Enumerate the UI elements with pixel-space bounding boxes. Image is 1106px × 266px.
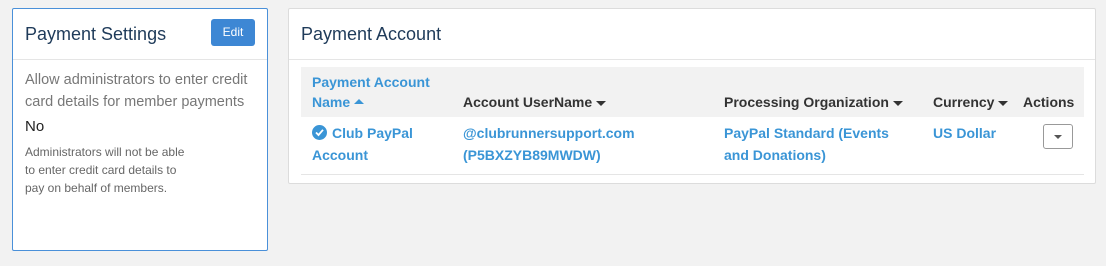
chevron-down-icon <box>1054 134 1062 139</box>
column-header-name[interactable]: Payment Account Name <box>312 72 442 112</box>
sort-caret-icon <box>596 100 607 106</box>
column-header-actions: Actions <box>1023 92 1074 112</box>
table-row: Club PayPal Account @clubrunnersupport.c… <box>301 117 1084 175</box>
payment-account-header: Payment Account <box>289 9 1095 60</box>
account-name-link[interactable]: Club PayPal Account <box>312 122 442 166</box>
payment-account-table: Payment Account Name Account UserName Pr… <box>301 67 1084 175</box>
setting-value: No <box>25 118 45 135</box>
payment-settings-panel: Payment Settings Edit Allow administrato… <box>12 8 268 251</box>
account-name-text: Club PayPal Account <box>312 125 413 163</box>
column-header-username[interactable]: Account UserName <box>463 92 607 112</box>
setting-note: Administrators will not be able to enter… <box>25 145 185 195</box>
sort-caret-icon <box>998 100 1009 106</box>
column-header-actions-label: Actions <box>1023 94 1075 110</box>
payment-account-panel: Payment Account Payment Account Name Acc… <box>288 8 1096 184</box>
payment-settings-body: Allow administrators to enter credit car… <box>13 60 267 206</box>
column-header-processing-org[interactable]: Processing Organization <box>724 92 903 112</box>
row-actions-dropdown[interactable] <box>1043 124 1073 149</box>
column-header-currency-label: Currency <box>933 94 995 110</box>
check-circle-icon <box>312 125 327 140</box>
currency[interactable]: US Dollar <box>933 122 996 144</box>
column-header-currency[interactable]: Currency <box>933 92 1009 112</box>
payment-settings-header: Payment Settings Edit <box>13 9 267 60</box>
sort-caret-icon <box>892 100 903 106</box>
processing-organization[interactable]: PayPal Standard (Events and Donations) <box>724 122 914 166</box>
account-username[interactable]: @clubrunnersupport.com (P5BXZYB89MWDW) <box>463 122 663 166</box>
edit-button[interactable]: Edit <box>211 18 255 46</box>
column-header-username-label: Account UserName <box>463 94 593 110</box>
column-header-processing-org-label: Processing Organization <box>724 94 889 110</box>
payment-account-title: Payment Account <box>301 23 442 44</box>
sort-asc-icon <box>354 99 365 105</box>
payment-settings-title: Payment Settings <box>25 23 167 44</box>
setting-description: Allow administrators to enter credit car… <box>25 72 248 110</box>
column-header-name-label: Payment Account Name <box>312 74 430 110</box>
table-header: Payment Account Name Account UserName Pr… <box>301 67 1084 117</box>
